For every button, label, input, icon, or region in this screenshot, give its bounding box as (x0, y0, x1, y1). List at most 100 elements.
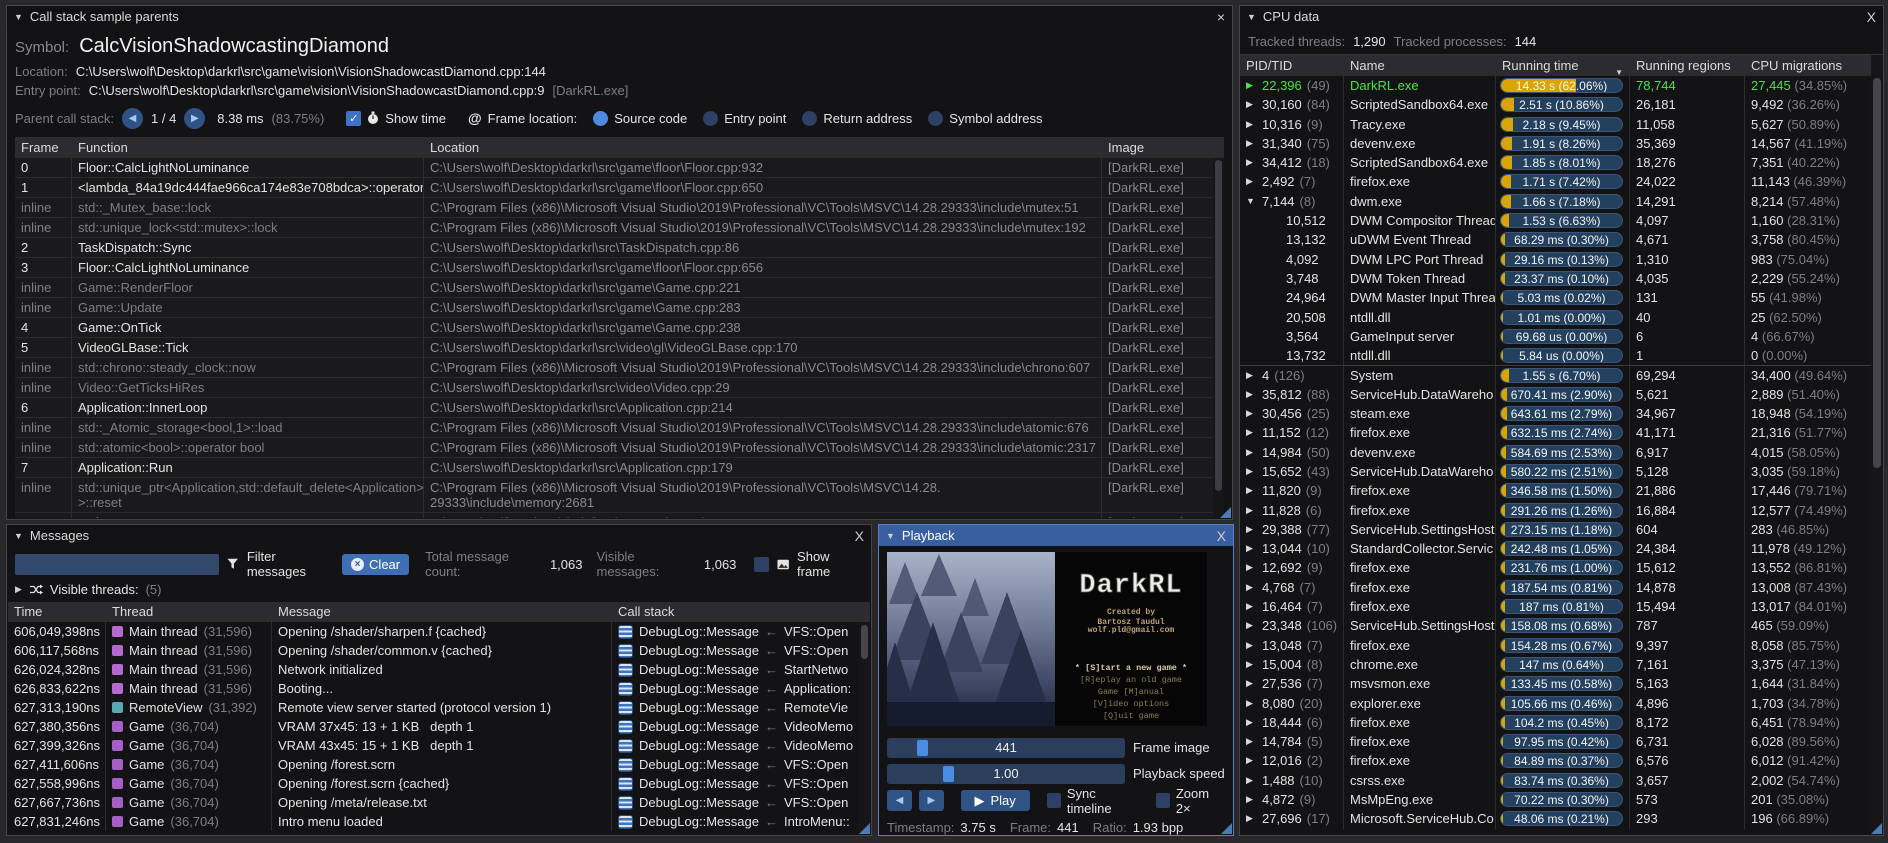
message-row[interactable]: 606,117,568ns Main thread (31,596) Openi… (8, 641, 870, 660)
process-row[interactable]: ▶ 27,536 (7) msvsmon.exe 133.45 ms (0.58… (1240, 674, 1883, 693)
process-row[interactable]: ▶ 34,412 (18) ScriptedSandbox64.exe 1.85… (1240, 153, 1883, 172)
process-row[interactable]: 24,964 DWM Master Input Threa 5.03 ms (0… (1240, 288, 1883, 307)
message-row[interactable]: 626,024,328ns Main thread (31,596) Netwo… (8, 660, 870, 679)
next-callstack-button[interactable]: ▶ (184, 108, 205, 129)
process-row[interactable]: 3,564 GameInput server 69.68 us (0.00%) … (1240, 327, 1883, 346)
process-row[interactable]: ▶ 15,004 (8) chrome.exe 147 ms (0.64%) 7… (1240, 655, 1883, 674)
process-row[interactable]: ▶ 13,044 (10) StandardCollector.Servic 2… (1240, 539, 1883, 558)
expand-icon[interactable]: ▶ (1246, 423, 1257, 442)
expand-icon[interactable]: ▶ (1246, 655, 1257, 674)
col-name[interactable]: Name (1344, 55, 1496, 76)
message-row[interactable]: 627,558,996ns Game (36,704) Opening /for… (8, 774, 870, 793)
expand-icon[interactable]: ▶ (1246, 172, 1257, 191)
collapse-icon[interactable]: ▼ (14, 531, 23, 541)
col-running-regions[interactable]: Running regions (1630, 55, 1745, 76)
col-running-time[interactable]: Running time▼ (1496, 55, 1630, 76)
process-row[interactable]: ▶ 13,048 (7) firefox.exe 154.28 ms (0.67… (1240, 636, 1883, 655)
expand-icon[interactable]: ▶ (1246, 404, 1257, 423)
expand-icon[interactable]: ▶ (1246, 790, 1257, 809)
frame-location-option[interactable]: Entry point (703, 111, 786, 126)
col-location[interactable]: Location (424, 138, 1102, 157)
message-row[interactable]: 627,831,246ns Game (36,704) Intro menu l… (8, 812, 870, 831)
prev-callstack-button[interactable]: ◀ (122, 108, 143, 129)
expand-icon[interactable]: ▶ (1246, 674, 1257, 693)
callstack-source[interactable]: VFS::Open (784, 793, 848, 812)
frame-row[interactable]: 7 Application::Run C:\Users\wolf\Desktop… (15, 458, 1224, 478)
show-frame-checkbox[interactable] (754, 557, 768, 572)
callstack-frame[interactable]: DebugLog::Message (639, 812, 759, 831)
close-icon[interactable]: X (855, 528, 864, 544)
callstack-frame[interactable]: DebugLog::Message (639, 736, 759, 755)
message-row[interactable]: 627,411,606ns Game (36,704) Opening /for… (8, 755, 870, 774)
process-row[interactable]: ▶ 35,812 (88) ServiceHub.DataWareho 670.… (1240, 385, 1883, 404)
callstack-source[interactable]: VFS::Open (784, 641, 848, 660)
frame-row[interactable]: inline std::_Mutex_base::lock C:\Program… (15, 198, 1224, 218)
frame-location[interactable]: C:\Users\wolf\Desktop\darkrl\src\video\g… (424, 338, 1102, 357)
process-row[interactable]: ▶ 14,784 (5) firefox.exe 97.95 ms (0.42%… (1240, 732, 1883, 751)
scrollbar-thumb[interactable] (1873, 78, 1881, 468)
sync-timeline-checkbox[interactable] (1047, 793, 1061, 808)
frame-location-option[interactable]: Source code (593, 111, 687, 126)
expand-icon[interactable]: ▶ (1246, 501, 1257, 520)
step-forward-button[interactable]: ▶ (919, 790, 944, 811)
frame-location[interactable]: C:\Users\wolf\Desktop\darkrl\src\TaskDis… (424, 238, 1102, 257)
frame-row[interactable]: 8 main C:\Users\wolf\Desktop\darkrl\src\… (15, 513, 1224, 518)
frame-function[interactable]: Floor::CalcLightNoLuminance (72, 158, 424, 177)
message-row[interactable]: 606,049,398ns Main thread (31,596) Openi… (8, 622, 870, 641)
process-row[interactable]: ▶ 29,388 (77) ServiceHub.SettingsHost 27… (1240, 520, 1883, 539)
expand-icon[interactable]: ▶ (1246, 713, 1257, 732)
callstack-source[interactable]: RemoteVie (784, 698, 848, 717)
show-time-checkbox[interactable]: ✓ (346, 111, 361, 126)
process-row[interactable]: ▶ 30,456 (25) steam.exe 643.61 ms (2.79%… (1240, 404, 1883, 423)
expand-icon[interactable]: ▶ (1246, 694, 1257, 713)
expand-icon[interactable]: ▶ (15, 584, 22, 595)
expand-icon[interactable]: ▶ (1246, 115, 1257, 134)
frame-function[interactable]: std::_Atomic_storage<bool,1>::load (72, 418, 424, 437)
process-row[interactable]: 13,132 uDWM Event Thread 68.29 ms (0.30%… (1240, 230, 1883, 249)
process-row[interactable]: ▶ 27,696 (17) Microsoft.ServiceHub.Co 48… (1240, 809, 1883, 828)
frame-row[interactable]: 0 Floor::CalcLightNoLuminance C:\Users\w… (15, 158, 1224, 178)
expand-icon[interactable]: ▶ (1246, 597, 1257, 616)
frame-row[interactable]: 3 Floor::CalcLightNoLuminance C:\Users\w… (15, 258, 1224, 278)
frame-location[interactable]: C:\Users\wolf\Desktop\darkrl\src\game\fl… (424, 178, 1102, 197)
frame-row[interactable]: 6 Application::InnerLoop C:\Users\wolf\D… (15, 398, 1224, 418)
messages-scrollbar[interactable] (859, 622, 870, 835)
message-row[interactable]: 627,380,356ns Game (36,704) VRAM 37x45: … (8, 717, 870, 736)
expand-icon[interactable]: ▶ (1246, 539, 1257, 558)
process-row[interactable]: ▶ 11,828 (6) firefox.exe 291.26 ms (1.26… (1240, 501, 1883, 520)
process-row[interactable]: ▶ 22,396 (49) DarkRL.exe 14.33 s (62.06%… (1240, 76, 1883, 95)
expand-icon[interactable]: ▶ (1246, 481, 1257, 500)
filter-input[interactable] (15, 554, 219, 575)
cpu-titlebar[interactable]: ▼ CPU data X (1240, 6, 1883, 27)
expand-icon[interactable]: ▶ (1246, 76, 1257, 95)
message-row[interactable]: 627,667,736ns Game (36,704) Opening /met… (8, 793, 870, 812)
callstack-frame[interactable]: DebugLog::Message (639, 774, 759, 793)
frame-function[interactable]: std::_Mutex_base::lock (72, 198, 424, 217)
callstack-titlebar[interactable]: ▼ Call stack sample parents × (7, 6, 1232, 27)
frame-function[interactable]: std::chrono::steady_clock::now (72, 358, 424, 377)
callstack-list-icon[interactable] (618, 758, 633, 772)
frame-function[interactable]: std::atomic<bool>::operator bool (72, 438, 424, 457)
process-row[interactable]: ▶ 12,016 (2) firefox.exe 84.89 ms (0.37%… (1240, 751, 1883, 770)
col-callstack[interactable]: Call stack (612, 602, 870, 622)
expand-icon[interactable]: ▶ (1246, 732, 1257, 751)
expand-icon[interactable]: ▶ (1246, 616, 1257, 635)
callstack-list-icon[interactable] (618, 644, 633, 658)
process-row[interactable]: 13,732 ntdll.dll 5.84 us (0.00%) 1 0 (0.… (1240, 346, 1883, 365)
process-row[interactable]: ▶ 2,492 (7) firefox.exe 1.71 s (7.42%) 2… (1240, 172, 1883, 191)
resize-grip[interactable] (1220, 507, 1231, 518)
process-row[interactable]: ▶ 18,444 (6) firefox.exe 104.2 ms (0.45%… (1240, 713, 1883, 732)
process-row[interactable]: 3,748 DWM Token Thread 23.37 ms (0.10%) … (1240, 269, 1883, 288)
callstack-source[interactable]: IntroMenu:: (784, 812, 850, 831)
callstack-frame[interactable]: DebugLog::Message (639, 755, 759, 774)
callstack-source[interactable]: VideoMemo (784, 736, 853, 755)
frame-row[interactable]: inline std::unique_ptr<Application,std::… (15, 478, 1224, 513)
frame-row[interactable]: inline std::_Atomic_storage<bool,1>::loa… (15, 418, 1224, 438)
resize-grip[interactable] (1221, 823, 1232, 834)
messages-titlebar[interactable]: ▼ Messages X (7, 525, 871, 546)
frame-function[interactable]: std::unique_lock<std::mutex>::lock (72, 218, 424, 237)
frame-function[interactable]: main (72, 513, 424, 518)
collapse-icon[interactable]: ▼ (886, 531, 895, 541)
expand-icon[interactable]: ▶ (1246, 153, 1257, 172)
slider-thumb[interactable] (917, 740, 928, 756)
